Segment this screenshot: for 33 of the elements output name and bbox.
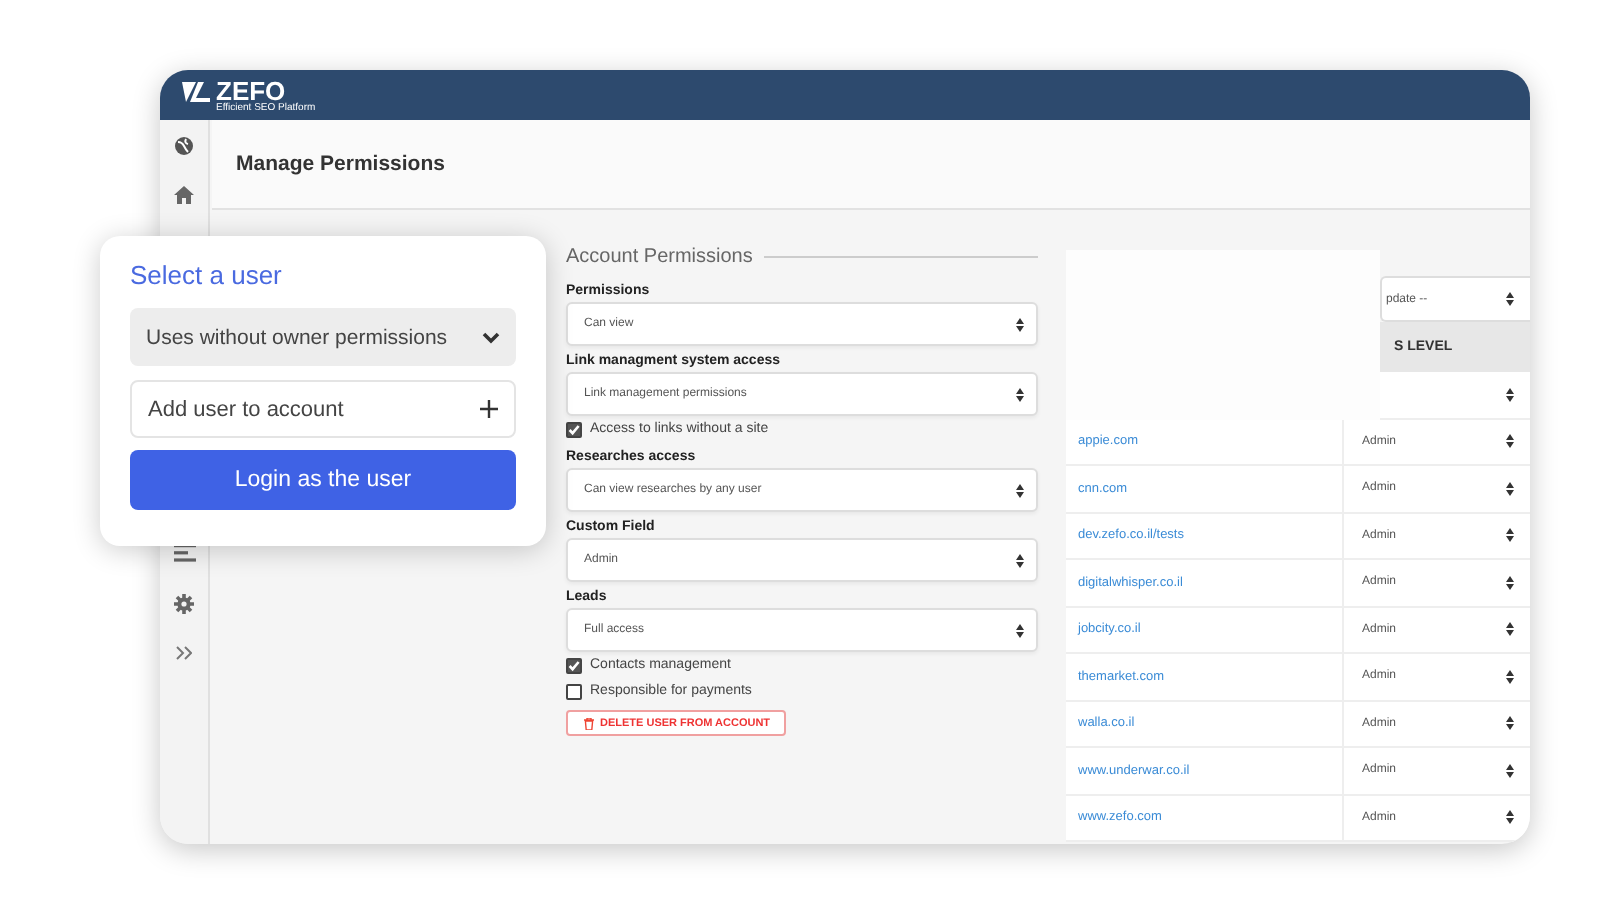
sort-arrows-icon bbox=[1506, 669, 1514, 684]
user-dropdown[interactable]: Uses without owner permissions bbox=[130, 308, 516, 366]
sort-arrows-icon bbox=[1506, 481, 1514, 496]
trash-icon bbox=[584, 717, 594, 729]
section-title: Account Permissions bbox=[566, 245, 753, 267]
sort-arrows-icon bbox=[1506, 810, 1514, 825]
sort-arrows-icon bbox=[1506, 622, 1514, 637]
chevron-down-icon bbox=[482, 331, 500, 343]
home-icon[interactable] bbox=[174, 186, 194, 204]
logo: ZEFO bbox=[216, 77, 286, 103]
page-title: Manage Permissions bbox=[236, 152, 445, 176]
add-user-field[interactable]: Add user to account bbox=[130, 380, 516, 438]
popup-title: Select a user bbox=[130, 258, 284, 294]
settings-icon[interactable] bbox=[174, 593, 194, 613]
login-button[interactable]: Login as the user bbox=[130, 450, 516, 510]
expand-icon[interactable] bbox=[176, 646, 192, 660]
sort-arrows-icon bbox=[1016, 483, 1024, 497]
checkbox[interactable] bbox=[566, 683, 582, 699]
sort-arrows-icon bbox=[1016, 553, 1024, 567]
checkbox[interactable] bbox=[566, 657, 582, 673]
checkbox[interactable] bbox=[566, 421, 582, 437]
sort-arrows-icon bbox=[1016, 387, 1024, 401]
plus-icon[interactable] bbox=[480, 400, 498, 418]
logo-icon bbox=[180, 79, 212, 103]
sort-arrows-icon bbox=[1506, 528, 1514, 543]
sort-arrows-icon bbox=[1506, 716, 1514, 731]
sort-arrows-icon bbox=[1506, 434, 1514, 449]
sort-arrows-icon bbox=[1506, 575, 1514, 590]
sort-arrows-icon bbox=[1016, 317, 1024, 331]
sort-arrows-icon bbox=[1016, 623, 1024, 637]
sort-arrows-icon bbox=[1506, 763, 1514, 778]
sort-arrows-icon bbox=[1506, 387, 1514, 402]
sort-arrows-icon bbox=[1506, 292, 1514, 306]
